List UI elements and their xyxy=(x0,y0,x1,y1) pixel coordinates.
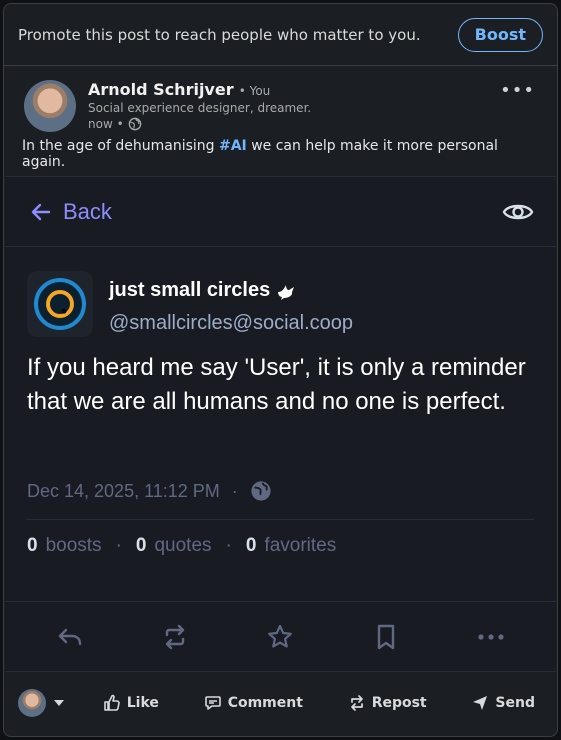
post-time-text: now • xyxy=(88,117,124,131)
arrow-left-icon xyxy=(31,203,51,220)
star-icon xyxy=(268,624,293,647)
favorites-count: 0 xyxy=(245,535,257,556)
more-options-icon[interactable]: ••• xyxy=(500,80,535,101)
author-avatar[interactable] xyxy=(24,80,76,132)
embedded-mastodon-post[interactable]: Back just small circles @smallcircles@so… xyxy=(5,176,556,672)
toot-counts: 0 boosts · 0 quotes · 0 favorites xyxy=(5,520,556,572)
circles-logo-icon xyxy=(34,278,86,330)
account-avatar[interactable] xyxy=(27,271,93,337)
toot-content: If you heard me say 'User', it is only a… xyxy=(27,354,526,415)
author-headline: Social experience designer, dreamer. xyxy=(88,101,312,115)
comment-label: Comment xyxy=(227,695,303,711)
promote-text: Promote this post to reach people who ma… xyxy=(18,25,421,44)
like-label: Like xyxy=(126,695,159,711)
toot-meta: Dec 14, 2025, 11:12 PM · xyxy=(5,471,556,511)
back-button[interactable]: Back xyxy=(29,199,112,225)
globe-icon xyxy=(251,481,271,501)
reactor-avatar xyxy=(18,689,46,717)
back-label: Back xyxy=(63,198,112,224)
toot-actions xyxy=(5,601,556,671)
author-name[interactable]: Arnold Schrijver xyxy=(88,80,234,99)
favorites-label[interactable]: favorites xyxy=(264,535,336,557)
repost-label: Repost xyxy=(371,695,427,711)
post-author: Arnold Schrijver • You Social experience… xyxy=(4,66,557,144)
bookmark-button[interactable] xyxy=(366,617,406,657)
repost-button[interactable]: Repost xyxy=(340,688,435,718)
reaction-identity-selector[interactable] xyxy=(18,689,66,717)
send-icon xyxy=(473,696,488,710)
count-separator: · xyxy=(115,535,122,556)
author-info: Arnold Schrijver • You Social experience… xyxy=(88,80,311,144)
dove-icon xyxy=(278,284,295,300)
boost-toot-button[interactable] xyxy=(155,617,195,657)
comment-icon xyxy=(204,696,221,710)
account-handle: @smallcircles@social.coop xyxy=(109,312,354,334)
embed-header: Back xyxy=(5,177,556,247)
count-separator: · xyxy=(225,535,232,556)
author-you-label: • You xyxy=(238,84,271,98)
account-info: just small circles @smallcircles@social.… xyxy=(109,279,353,351)
more-horizontal-icon xyxy=(478,633,504,640)
bookmark-icon xyxy=(377,624,395,649)
boost-button[interactable]: Boost xyxy=(457,17,543,52)
like-button[interactable]: Like xyxy=(95,688,167,718)
boosts-count: 0 xyxy=(27,535,38,556)
post-card: Promote this post to reach people who ma… xyxy=(3,3,558,737)
quotes-label[interactable]: quotes xyxy=(154,535,211,557)
caret-down-icon xyxy=(54,700,64,706)
eye-icon[interactable] xyxy=(502,200,534,224)
reply-icon xyxy=(58,628,81,645)
thumbs-up-icon xyxy=(103,694,120,711)
send-label: Send xyxy=(495,695,535,711)
promote-bar: Promote this post to reach people who ma… xyxy=(4,4,557,66)
toot-timestamp[interactable]: Dec 14, 2025, 11:12 PM xyxy=(27,481,220,502)
linkedin-action-bar: Like Comment Repost Send xyxy=(4,670,557,736)
more-button[interactable] xyxy=(471,617,511,657)
quotes-count: 0 xyxy=(135,535,147,556)
favorite-button[interactable] xyxy=(260,617,300,657)
account-display-name[interactable]: just small circles xyxy=(109,279,353,302)
globe-icon xyxy=(128,117,141,131)
repeat-icon xyxy=(165,624,185,649)
account-display-name-text: just small circles xyxy=(109,279,271,301)
repost-icon xyxy=(350,695,363,711)
boosts-label[interactable]: boosts xyxy=(46,535,102,557)
comment-button[interactable]: Comment xyxy=(196,688,311,718)
post-time: now • xyxy=(88,117,311,131)
meta-separator: · xyxy=(231,480,238,501)
send-button[interactable]: Send xyxy=(463,688,543,718)
mastodon-account: just small circles @smallcircles@social.… xyxy=(5,247,556,351)
reply-button[interactable] xyxy=(50,617,90,657)
